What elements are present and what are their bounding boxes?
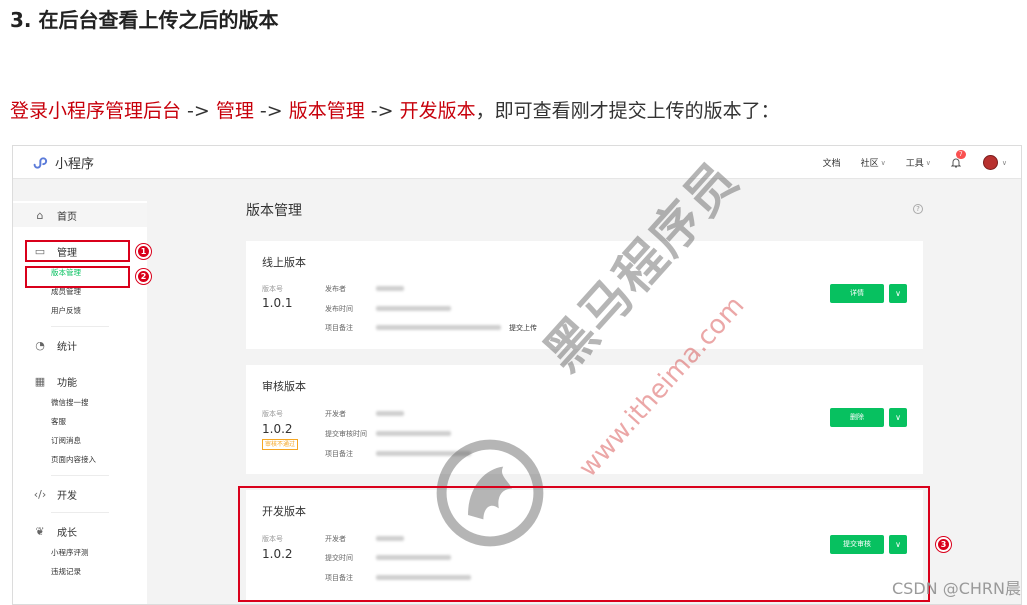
sidebar-item-dev[interactable]: ‹/› 开发 xyxy=(13,482,147,506)
sidebar-item-label: 首页 xyxy=(57,211,77,223)
intro-step-manage: 管理 xyxy=(215,100,254,122)
chevron-down-icon[interactable]: ∨ xyxy=(1002,159,1007,167)
sidebar-item-label: 开发 xyxy=(57,490,77,502)
divider xyxy=(51,475,109,476)
avatar[interactable] xyxy=(982,155,998,170)
chevron-down-icon: ∨ xyxy=(925,158,931,167)
intro-tail: ，即可查看刚才提交上传的版本了： xyxy=(475,100,780,122)
nav-community-label: 社区 xyxy=(860,159,879,169)
nav-tools[interactable]: 工具 ∨ xyxy=(905,156,931,170)
sidebar-item-label: 成长 xyxy=(57,527,77,539)
sidebar-item-stats[interactable]: ◔ 统计 xyxy=(13,333,147,357)
top-nav: 文档 社区 ∨ 工具 ∨ 7 ∨ xyxy=(823,146,1021,179)
developer-label: 开发者 xyxy=(325,410,346,418)
nav-tools-label: 工具 xyxy=(905,159,924,169)
card-title: 审核版本 xyxy=(262,380,306,393)
delete-button[interactable]: 删除 xyxy=(830,408,884,427)
page-title: 版本管理 xyxy=(246,203,302,219)
blurred-value xyxy=(376,286,404,291)
note-label: 项目备注 xyxy=(325,324,353,332)
version-label: 版本号 xyxy=(262,410,283,418)
miniprogram-logo-icon xyxy=(33,156,48,169)
intro-arrow: -> xyxy=(364,100,400,122)
sidebar-item-home[interactable]: ⌂ 首页 xyxy=(13,203,147,227)
card-title: 线上版本 xyxy=(262,256,306,269)
sidebar-item-customer-service[interactable]: 客服 xyxy=(13,412,147,431)
version-number: 1.0.1 xyxy=(262,296,293,310)
chevron-down-icon[interactable]: ∨ xyxy=(889,408,907,427)
publish-time-label: 发布时间 xyxy=(325,305,353,313)
divider xyxy=(51,512,109,513)
sidebar-item-label: 功能 xyxy=(57,377,77,389)
intro-step-dev-version: 开发版本 xyxy=(399,100,476,122)
blurred-value xyxy=(376,325,501,330)
sidebar-item-label: 统计 xyxy=(57,341,77,353)
annotation-box-version-manage xyxy=(25,266,130,288)
grid-icon: ▦ xyxy=(34,374,46,388)
help-icon[interactable]: ? xyxy=(913,204,923,214)
intro-arrow: -> xyxy=(253,100,289,122)
csdn-credit: CSDN @CHRN晨 xyxy=(892,579,1021,598)
sidebar-item-features[interactable]: ▦ 功能 xyxy=(13,369,147,393)
annotation-marker-1: 1 xyxy=(136,244,151,259)
sidebar-item-wechat-search[interactable]: 微信搜一搜 xyxy=(13,393,147,412)
blurred-value xyxy=(376,431,451,436)
annotation-marker-3: 3 xyxy=(936,537,951,552)
status-badge: 审核不通过 xyxy=(262,439,299,450)
nav-docs[interactable]: 文档 xyxy=(823,156,841,169)
details-button[interactable]: 详情 xyxy=(830,284,884,303)
divider xyxy=(51,326,109,327)
sidebar-item-user-feedback[interactable]: 用户反馈 xyxy=(13,301,147,320)
notification-badge: 7 xyxy=(955,150,966,159)
annotation-box-manage xyxy=(25,240,130,262)
doc-heading: 3. 在后台查看上传之后的版本 xyxy=(10,8,279,32)
top-bar: 小程序 文档 社区 ∨ 工具 ∨ 7 ∨ xyxy=(13,146,1021,179)
notification-button[interactable]: 7 xyxy=(950,150,966,168)
app-logo[interactable]: 小程序 xyxy=(31,153,94,172)
sidebar-item-subscribe-msg[interactable]: 订阅消息 xyxy=(13,431,147,450)
version-label: 版本号 xyxy=(262,285,283,293)
intro-sentence: 登录小程序管理后台 -> 管理 -> 版本管理 -> 开发版本，即可查看刚才提交… xyxy=(10,96,780,123)
app-name: 小程序 xyxy=(55,157,95,172)
blurred-value xyxy=(376,306,451,311)
home-icon: ⌂ xyxy=(36,208,44,222)
intro-arrow: -> xyxy=(181,100,216,122)
chevron-down-icon: ∨ xyxy=(880,158,886,167)
sprout-icon: ❦ xyxy=(35,524,45,538)
version-number: 1.0.2 xyxy=(262,422,293,436)
watermark-tm: ™ xyxy=(699,146,722,153)
publisher-label: 发布者 xyxy=(325,285,346,293)
chevron-down-icon[interactable]: ∨ xyxy=(889,284,907,303)
blurred-value xyxy=(376,411,404,416)
submit-time-label: 提交审核时间 xyxy=(325,430,367,438)
nav-docs-label: 文档 xyxy=(822,159,841,169)
sidebar-item-evaluation[interactable]: 小程序评测 xyxy=(13,543,147,562)
intro-step-version-manage: 版本管理 xyxy=(288,100,365,122)
sidebar-item-growth[interactable]: ❦ 成长 xyxy=(13,519,147,543)
pie-chart-icon: ◔ xyxy=(35,338,45,352)
annotation-marker-2: 2 xyxy=(136,269,151,284)
nav-community[interactable]: 社区 ∨ xyxy=(860,156,886,170)
sidebar-item-content-access[interactable]: 页面内容接入 xyxy=(13,450,147,469)
sidebar-item-violations[interactable]: 违规记录 xyxy=(13,562,147,581)
note-label: 项目备注 xyxy=(325,450,353,458)
code-icon: ‹/› xyxy=(33,487,47,501)
intro-step-login: 登录小程序管理后台 xyxy=(10,100,182,122)
annotation-box-dev-version xyxy=(238,486,930,602)
